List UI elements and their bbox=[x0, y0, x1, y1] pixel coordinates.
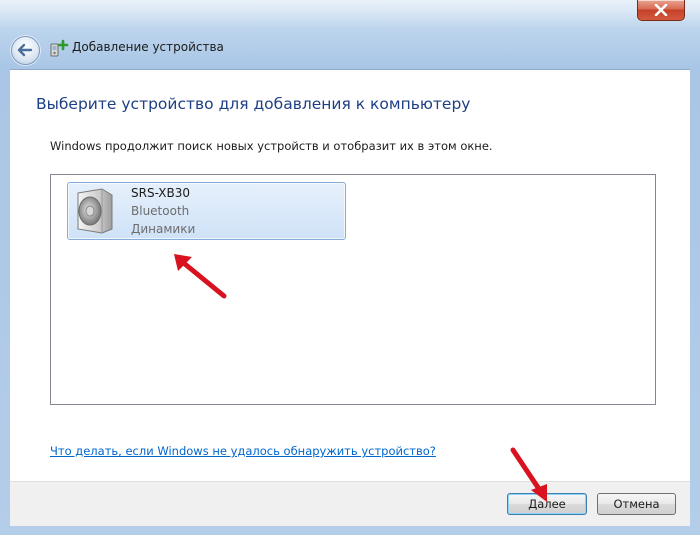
title-bar bbox=[0, 0, 700, 28]
back-arrow-icon bbox=[17, 43, 33, 57]
add-device-window: Добавление устройства Выберите устройств… bbox=[0, 0, 700, 535]
next-button[interactable]: Далее bbox=[507, 493, 587, 515]
device-type: Bluetooth bbox=[131, 204, 190, 218]
button-bar: Далее Отмена bbox=[10, 481, 690, 526]
page-heading: Выберите устройство для добавления к ком… bbox=[36, 95, 471, 113]
back-button[interactable] bbox=[11, 36, 40, 65]
device-list[interactable]: SRS-XB30 Bluetooth Динамики bbox=[50, 174, 656, 405]
window-title: Добавление устройства bbox=[72, 40, 224, 54]
page-description: Windows продолжит поиск новых устройств … bbox=[50, 139, 493, 153]
speaker-icon bbox=[77, 188, 113, 234]
help-link[interactable]: Что делать, если Windows не удалось обна… bbox=[50, 444, 436, 458]
device-category: Динамики bbox=[131, 222, 196, 236]
device-item-srs-xb30[interactable]: SRS-XB30 Bluetooth Динамики bbox=[67, 182, 346, 240]
content-panel: Выберите устройство для добавления к ком… bbox=[10, 69, 690, 481]
cancel-button[interactable]: Отмена bbox=[597, 493, 676, 515]
close-icon bbox=[654, 4, 668, 16]
close-button[interactable] bbox=[637, 0, 685, 21]
add-device-icon bbox=[50, 39, 69, 57]
device-name: SRS-XB30 bbox=[131, 186, 191, 200]
